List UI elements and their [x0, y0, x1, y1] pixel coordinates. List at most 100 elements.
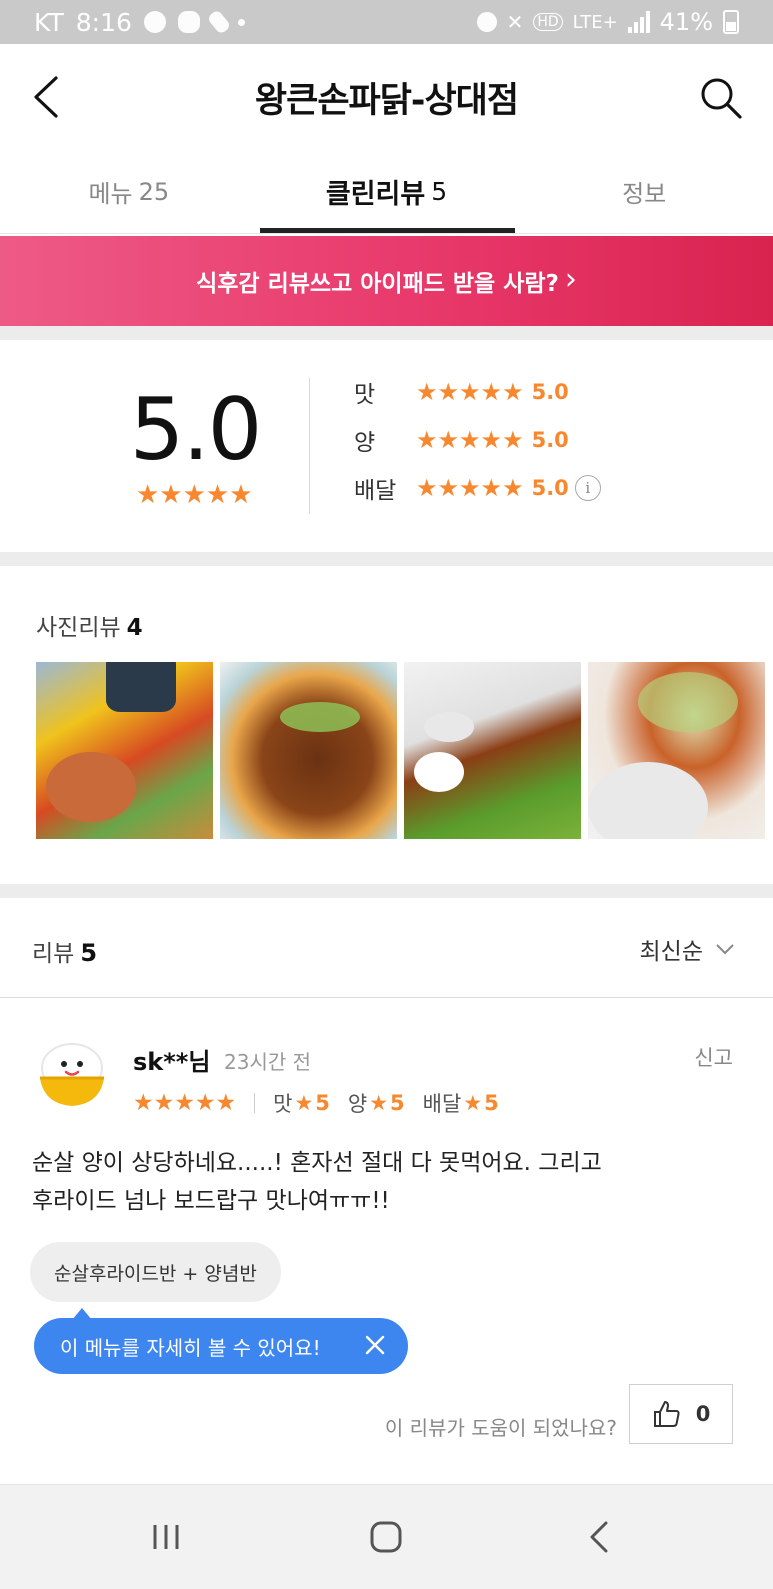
helpful-question: 이 리뷰가 도움이 되었나요?	[384, 1416, 617, 1440]
review-time: 23시간 전	[224, 1050, 312, 1074]
pill-icon	[206, 9, 232, 35]
system-nav-bar	[0, 1484, 773, 1589]
review-stars: ★★★★★	[133, 1090, 237, 1116]
score-taste-value: 5	[315, 1091, 330, 1115]
score-separator	[254, 1093, 256, 1113]
info-icon[interactable]: i	[574, 475, 601, 501]
section-divider	[0, 326, 773, 340]
home-icon[interactable]	[362, 1513, 410, 1561]
tab-menu[interactable]: 메뉴 25	[0, 150, 258, 233]
review-text-line: 순살 양이 상당하네요.....! 혼자선 절대 다 못먹어요. 그리고	[32, 1150, 602, 1176]
review-list-header: 리뷰 5 최신순	[0, 898, 773, 998]
review-label: 리뷰	[32, 941, 75, 967]
tab-clean-review-label: 클린리뷰	[325, 179, 426, 210]
carrier-label: KT	[34, 7, 64, 37]
talk-icon	[177, 11, 200, 33]
sort-label: 최신순	[639, 939, 703, 965]
review-photo[interactable]	[588, 662, 765, 839]
rating-delivery-label: 배달	[354, 478, 397, 504]
rating-divider	[309, 378, 310, 514]
hd-icon: HD	[533, 13, 563, 31]
signal-icon	[627, 11, 650, 33]
search-icon[interactable]	[699, 76, 743, 120]
like-count: 0	[695, 1402, 711, 1426]
review-photo[interactable]	[220, 662, 397, 839]
rating-delivery-value: 5.0	[531, 476, 569, 500]
chevron-down-icon	[716, 944, 734, 955]
score-delivery: 배달 ★ 5	[423, 1088, 499, 1118]
score-amount: 양 ★ 5	[348, 1088, 405, 1118]
rating-summary: 5.0 ★★★★★ 맛 ★★★★★ 5.0 양 ★★★★★ 5.0 배달 ★★★…	[0, 340, 773, 552]
thumbs-up-icon	[653, 1401, 680, 1427]
banner-text: 식후감 리뷰쓰고 아이패드 받을 사람?	[196, 271, 559, 297]
score-amount-label: 양	[347, 1092, 368, 1116]
photo-review-title: 사진리뷰 4	[36, 608, 143, 642]
ordered-menu-chip[interactable]: 순살후라이드반 + 양념반	[30, 1242, 281, 1302]
recent-apps-icon[interactable]	[142, 1513, 190, 1561]
battery-label: 41%	[659, 8, 713, 36]
mute-icon: ✕	[506, 10, 524, 34]
photo-strip	[36, 662, 765, 839]
rating-amount-label: 양	[354, 430, 376, 456]
tab-menu-label: 메뉴	[88, 180, 133, 208]
photo-review-count: 4	[126, 615, 143, 641]
score-taste: 맛 ★ 5	[273, 1088, 330, 1118]
review-text: 순살 양이 상당하네요.....! 혼자선 절대 다 못먹어요. 그리고 후라이…	[32, 1144, 732, 1220]
score-delivery-label: 배달	[422, 1092, 462, 1116]
overall-score: 5.0	[129, 380, 263, 480]
rating-taste: 맛 ★★★★★ 5.0	[354, 372, 569, 412]
tab-clean-review[interactable]: 클린리뷰 5	[258, 150, 516, 233]
event-banner[interactable]: 식후감 리뷰쓰고 아이패드 받을 사람? ›	[0, 236, 773, 326]
tab-menu-count: 25	[138, 177, 170, 206]
review-item: sk**님 23시간 전 신고 ★★★★★ 맛 ★ 5 양 ★ 5 배달 ★ 5…	[0, 1000, 773, 1480]
store-tabs: 메뉴 25 클린리뷰 5 정보	[0, 150, 773, 234]
rating-amount-stars: ★★★★★	[416, 426, 524, 454]
review-photo[interactable]	[404, 662, 581, 839]
rating-amount-value: 5.0	[531, 428, 569, 452]
rating-delivery: 배달 ★★★★★ 5.0 i	[354, 468, 601, 508]
tab-clean-review-count: 5	[431, 177, 448, 206]
tab-info[interactable]: 정보	[515, 150, 773, 233]
chevron-right-icon: ›	[564, 261, 577, 297]
status-bar: KT 8:16 ✕ HD LTE+ 41%	[0, 0, 773, 44]
photo-review-label: 사진리뷰	[36, 615, 121, 641]
tooltip-text: 이 메뉴를 자세히 볼 수 있어요!	[60, 1335, 321, 1360]
back-nav-icon[interactable]	[576, 1513, 624, 1561]
rating-taste-stars: ★★★★★	[416, 378, 524, 406]
menu-tooltip: 이 메뉴를 자세히 볼 수 있어요!	[34, 1308, 408, 1374]
photo-review-section: 사진리뷰 4	[0, 566, 773, 884]
close-icon[interactable]	[364, 1334, 386, 1356]
rating-amount: 양 ★★★★★ 5.0	[354, 420, 569, 460]
sort-dropdown[interactable]: 최신순	[640, 932, 735, 966]
network-label: LTE+	[572, 11, 618, 33]
tab-info-label: 정보	[622, 180, 667, 208]
star-icon: ★	[294, 1091, 314, 1115]
section-divider	[0, 884, 773, 898]
notification-app-icon	[143, 11, 166, 33]
rating-taste-label: 맛	[354, 382, 376, 408]
back-arrow-icon[interactable]	[30, 74, 70, 120]
star-icon: ★	[369, 1091, 389, 1115]
score-amount-value: 5	[390, 1091, 405, 1115]
review-score-row: ★★★★★ 맛 ★ 5 양 ★ 5 배달 ★ 5	[133, 1088, 509, 1118]
page-title: 왕큰손파닭-상대점	[254, 80, 519, 121]
rating-taste-value: 5.0	[531, 380, 569, 404]
rice-bowl-avatar-icon	[40, 1043, 104, 1106]
report-button[interactable]: 신고	[694, 1042, 733, 1072]
overall-stars: ★★★★★	[136, 480, 253, 510]
reviewer-name: sk**님	[133, 1048, 211, 1076]
app-header: 왕큰손파닭-상대점	[0, 44, 773, 150]
review-photo[interactable]	[36, 662, 213, 839]
more-notifications-icon	[237, 18, 245, 26]
review-count: 5	[80, 939, 98, 967]
section-divider	[0, 552, 773, 566]
battery-icon	[723, 10, 739, 34]
alarm-icon	[476, 12, 497, 32]
score-taste-label: 맛	[273, 1092, 293, 1116]
like-button[interactable]: 0	[629, 1384, 733, 1444]
score-delivery-value: 5	[484, 1091, 499, 1115]
review-count-title: 리뷰 5	[32, 934, 97, 968]
clock: 8:16	[75, 7, 132, 37]
review-text-line: 후라이드 넘나 보드랍구 맛나여ㅠㅠ!!	[32, 1188, 390, 1214]
star-icon: ★	[463, 1091, 483, 1115]
